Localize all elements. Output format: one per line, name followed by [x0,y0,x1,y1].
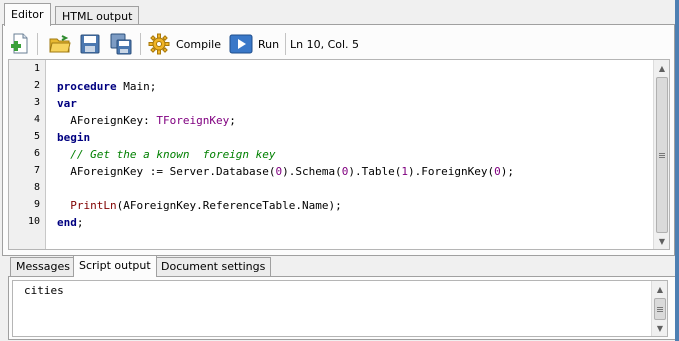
save-all-icon [110,33,132,55]
code-line[interactable]: begin [57,129,90,146]
code-token: PrintLn [70,199,117,212]
compile-label[interactable]: Compile [176,38,221,51]
tab-editor[interactable]: Editor [4,3,51,26]
script-output-box[interactable]: cities ▲ ▼ [12,280,668,337]
code-editor[interactable]: 1 2 3 4 5 6 7 8 9 10 procedure Main; var AForeignK… [8,59,670,250]
tab-messages[interactable]: Messages [10,257,76,276]
run-button[interactable] [229,32,253,56]
compile-button[interactable] [147,32,171,56]
line-number: 1 [33,63,40,74]
code-area[interactable]: procedure Main; var AForeignKey: TForeign… [57,60,652,249]
code-line[interactable]: AForeignKey: TForeignKey; [57,112,236,129]
line-number: 5 [33,131,40,142]
code-token: ).Schema( [282,165,342,178]
grip-icon [657,306,663,312]
tab-script-output[interactable]: Script output [73,255,157,277]
code-token: end [57,216,77,229]
open-button[interactable] [48,32,72,56]
code-token: (AForeignKey.ReferenceTable.Name); [116,199,342,212]
open-folder-icon [49,35,71,53]
save-button[interactable] [78,32,102,56]
code-token: var [57,97,77,110]
code-token: ).ForeignKey( [408,165,495,178]
code-line[interactable]: procedure Main; [57,78,156,95]
tab-document-settings[interactable]: Document settings [155,257,272,276]
code-line[interactable]: // Get the a known foreign key [57,146,276,163]
line-number: 7 [33,165,40,176]
line-number: 6 [33,148,40,159]
grip-icon [659,152,665,158]
tab-html-output[interactable]: HTML output [55,6,140,26]
toolbar-separator [285,33,286,55]
code-line[interactable]: end; [57,214,84,231]
code-token: AForeignKey: [57,114,157,127]
line-number-gutter: 1 2 3 4 5 6 7 8 9 10 [9,60,46,249]
scroll-up-arrow-icon[interactable]: ▲ [654,60,669,76]
scroll-down-arrow-icon[interactable]: ▼ [654,233,669,249]
scrollbar-thumb[interactable] [654,298,666,320]
save-all-button[interactable] [109,32,133,56]
code-line[interactable]: AForeignKey := Server.Database( 0 ).Schema… [57,163,514,180]
code-token: ); [500,165,514,178]
code-line[interactable]: var [57,95,77,112]
line-number: 8 [33,182,40,193]
code-token: procedure [57,80,117,93]
scroll-up-arrow-icon[interactable]: ▲ [652,281,668,297]
editor-vertical-scrollbar[interactable]: ▲ ▼ [653,60,669,249]
cursor-position-status: Ln 10, Col. 5 [290,38,360,51]
code-token: // Get the a known foreign key [57,148,276,161]
code-token: TForeignKey [156,114,230,127]
code-token: ; [229,114,236,127]
line-number: 2 [33,80,40,91]
scrollbar-thumb[interactable] [656,77,668,233]
toolbar-separator [140,33,141,55]
toolbar: Compile Run Ln 10, Col. 5 [4,30,672,56]
script-output-text: cities [24,284,64,297]
output-vertical-scrollbar[interactable]: ▲ ▼ [651,281,667,336]
scroll-down-arrow-icon[interactable]: ▼ [652,320,668,336]
line-number: 3 [33,97,40,108]
run-label[interactable]: Run [258,38,279,51]
line-number: 10 [27,216,40,227]
line-number: 9 [33,199,40,210]
save-icon [80,34,100,54]
gear-icon [148,33,170,55]
code-token: Main; [116,80,157,93]
code-line[interactable]: PrintLn(AForeignKey.ReferenceTable.Name)… [57,197,342,214]
new-document-button[interactable] [8,32,32,56]
code-token: ).Table( [348,165,402,178]
code-token: AForeignKey := Server.Database( [57,165,276,178]
code-token: begin [57,131,91,144]
new-document-icon [11,33,28,54]
line-number: 4 [33,114,40,125]
window-edge [675,0,679,341]
code-token: ; [76,216,84,229]
play-icon [229,34,253,54]
code-token: 0 [494,165,501,178]
toolbar-separator [37,33,38,55]
